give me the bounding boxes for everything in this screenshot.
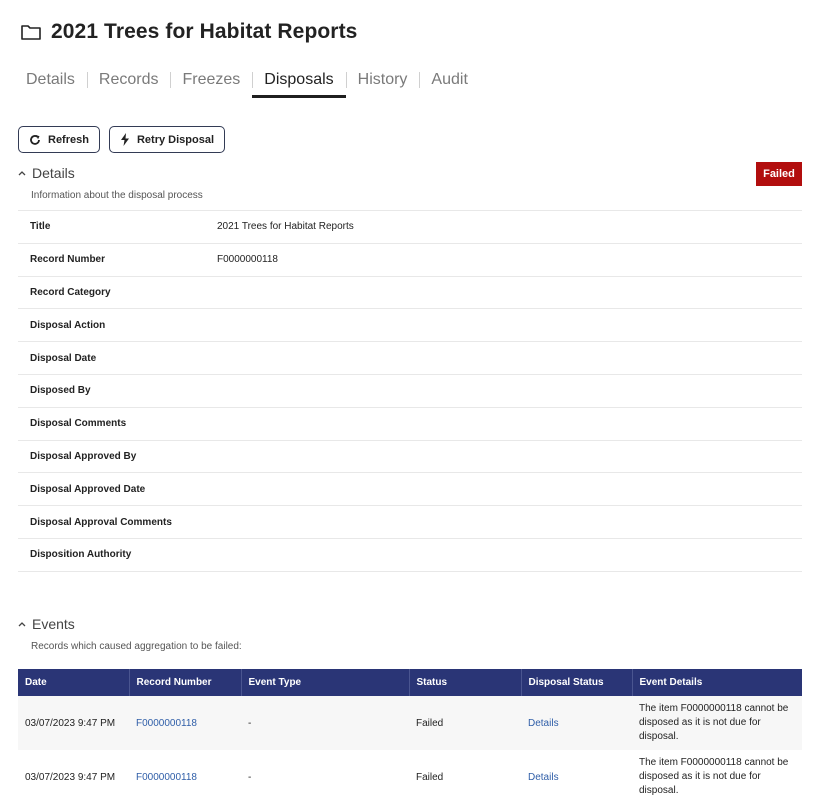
event-details: The item F0000000118 cannot be disposed … bbox=[639, 757, 789, 796]
event-type: - bbox=[248, 771, 252, 783]
folder-icon bbox=[20, 21, 42, 43]
retry-disposal-button[interactable]: Retry Disposal bbox=[108, 126, 225, 153]
event-details: The item F0000000118 cannot be disposed … bbox=[632, 696, 802, 750]
detail-label: Disposition Authority bbox=[30, 549, 132, 561]
status-badge: Failed bbox=[756, 162, 802, 186]
detail-row-record-category: Record Category bbox=[18, 277, 802, 310]
detail-label: Disposal Approved By bbox=[30, 450, 137, 462]
retry-disposal-label: Retry Disposal bbox=[136, 133, 214, 146]
details-section-title: Details bbox=[32, 165, 75, 181]
details-table: Title 2021 Trees for Habitat Reports Reco… bbox=[18, 210, 802, 572]
column-header-event-type[interactable]: Event Type bbox=[241, 669, 410, 696]
tab-bar: Details Records Freezes Disposals Histor… bbox=[14, 64, 480, 98]
action-bar: Refresh Retry Disposal bbox=[18, 126, 225, 153]
detail-label: Record Category bbox=[30, 286, 111, 298]
detail-label: Record Number bbox=[30, 254, 106, 266]
details-section-toggle[interactable]: Details bbox=[18, 165, 75, 181]
page-title: 2021 Trees for Habitat Reports bbox=[51, 20, 358, 43]
refresh-button[interactable]: Refresh bbox=[18, 126, 100, 153]
detail-row-disposed-by: Disposed By bbox=[18, 375, 802, 408]
event-status: Failed bbox=[409, 696, 521, 750]
refresh-label: Refresh bbox=[48, 133, 89, 146]
detail-label: Disposal Comments bbox=[30, 418, 127, 430]
tab-records[interactable]: Records bbox=[86, 68, 171, 92]
record-number-link[interactable]: F0000000118 bbox=[136, 772, 197, 783]
detail-row-disposal-approval-comments: Disposal Approval Comments bbox=[18, 506, 802, 539]
tab-details[interactable]: Details bbox=[14, 68, 87, 92]
detail-label: Disposal Action bbox=[30, 319, 106, 331]
detail-label: Disposal Date bbox=[30, 352, 97, 364]
detail-label: Title bbox=[30, 221, 51, 233]
disposal-status-details-link[interactable]: Details bbox=[528, 718, 559, 729]
column-header-disposal-status[interactable]: Disposal Status bbox=[521, 669, 633, 696]
refresh-icon bbox=[29, 134, 41, 146]
column-header-record-number[interactable]: Record Number bbox=[129, 669, 242, 696]
events-section-subtitle: Records which caused aggregation to be f… bbox=[31, 641, 242, 652]
page-header: 2021 Trees for Habitat Reports bbox=[20, 20, 357, 44]
details-section-subtitle: Information about the disposal process bbox=[31, 190, 203, 201]
tab-history[interactable]: History bbox=[345, 68, 420, 92]
detail-row-disposition-authority: Disposition Authority bbox=[18, 539, 802, 572]
chevron-up-icon bbox=[18, 621, 28, 627]
events-section-title: Events bbox=[32, 616, 75, 632]
lightning-icon bbox=[120, 133, 130, 146]
column-header-status[interactable]: Status bbox=[409, 669, 522, 696]
event-type: - bbox=[241, 696, 409, 750]
detail-row-record-number: Record Number F0000000118 bbox=[18, 244, 802, 277]
detail-value: F0000000118 bbox=[217, 254, 278, 266]
column-header-event-details[interactable]: Event Details bbox=[632, 669, 802, 696]
table-row: 03/07/2023 9:47 PM F0000000118 - Failed … bbox=[18, 750, 802, 800]
chevron-up-icon bbox=[18, 170, 28, 176]
tab-freezes[interactable]: Freezes bbox=[170, 68, 252, 92]
detail-row-disposal-action: Disposal Action bbox=[18, 309, 802, 343]
record-number-link[interactable]: F0000000118 bbox=[136, 718, 197, 729]
event-status: Failed bbox=[416, 771, 444, 783]
detail-label: Disposed By bbox=[30, 385, 91, 397]
disposal-status-details-link[interactable]: Details bbox=[528, 772, 559, 783]
detail-row-disposal-date: Disposal Date bbox=[18, 342, 802, 375]
events-table: Date Record Number Event Type Status Dis… bbox=[18, 669, 802, 800]
event-date: 03/07/2023 9:47 PM bbox=[18, 696, 129, 750]
events-section-toggle[interactable]: Events bbox=[18, 616, 75, 632]
event-date: 03/07/2023 9:47 PM bbox=[25, 771, 116, 783]
column-header-date[interactable]: Date bbox=[18, 669, 130, 696]
detail-row-disposal-comments: Disposal Comments bbox=[18, 408, 802, 441]
detail-row-title: Title 2021 Trees for Habitat Reports bbox=[18, 211, 802, 244]
detail-label: Disposal Approval Comments bbox=[30, 516, 172, 528]
detail-value: 2021 Trees for Habitat Reports bbox=[217, 221, 354, 233]
detail-label: Disposal Approved Date bbox=[30, 483, 146, 495]
tab-audit[interactable]: Audit bbox=[419, 68, 479, 92]
detail-row-disposal-approved-by: Disposal Approved By bbox=[18, 441, 802, 474]
events-header-row: Date Record Number Event Type Status Dis… bbox=[18, 669, 802, 696]
detail-row-disposal-approved-date: Disposal Approved Date bbox=[18, 473, 802, 507]
tab-disposals[interactable]: Disposals bbox=[252, 68, 347, 98]
table-row: 03/07/2023 9:47 PM F0000000118 - Failed … bbox=[18, 696, 802, 750]
